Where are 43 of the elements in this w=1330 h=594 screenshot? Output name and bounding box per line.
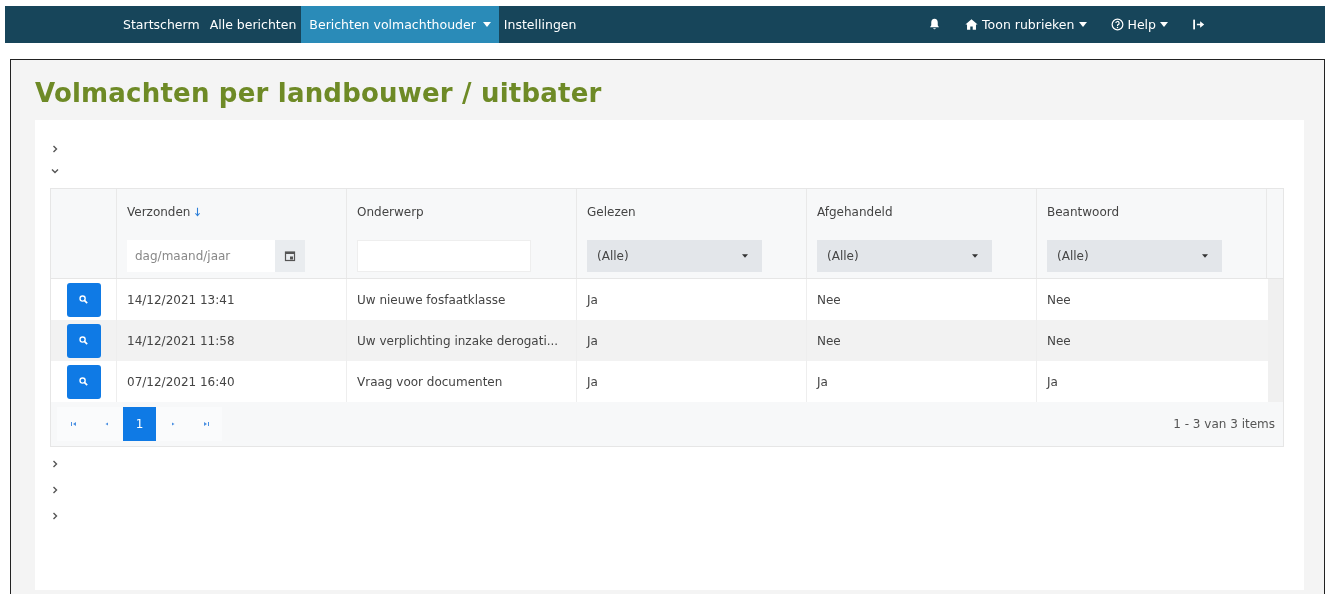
home-icon [965,18,979,31]
column-header[interactable]: Onderwerp [357,204,424,219]
caret-icon [482,22,491,27]
pager-summary: 1 - 3 van 3 items [1173,417,1275,431]
column-header[interactable]: Beantwoord [1047,204,1120,219]
chevron-right-icon[interactable] [50,459,60,469]
chevron-right-icon[interactable] [50,144,60,154]
chevron-down-icon[interactable] [50,166,60,176]
caret-icon [1078,22,1087,27]
help-menu[interactable]: Help [1110,17,1168,32]
chevron-right-icon[interactable] [50,485,60,495]
first-page-icon [68,419,79,429]
calendar-button[interactable] [275,240,305,272]
filter-dropdown[interactable]: (Alle) [1047,240,1222,272]
nav-item[interactable]: Instellingen [498,6,582,43]
search-icon [78,376,89,387]
nav-item[interactable]: Startscherm [118,6,205,43]
column-header[interactable]: Verzonden [127,204,191,219]
column-header[interactable]: Gelezen [587,204,636,219]
view-button[interactable] [66,364,101,399]
nav-item[interactable]: Berichten volmachthouder [301,6,499,43]
sort-arrow-icon [194,206,202,217]
search-icon [78,335,89,346]
filter-dropdown[interactable]: (Alle) [587,240,762,272]
column-header[interactable]: Afgehandeld [817,204,893,219]
page-button[interactable]: 1 [123,407,156,441]
help-icon [1110,18,1124,31]
rubrieken-menu[interactable]: Toon rubrieken [965,17,1087,32]
logout-icon[interactable] [1192,18,1205,31]
scrollbar[interactable] [1268,279,1283,402]
nav-item[interactable]: Alle berichten [204,6,302,43]
view-button[interactable] [66,282,101,317]
chevron-right-icon[interactable] [50,511,60,521]
search-icon [78,294,89,305]
caret-icon [1160,22,1168,27]
calendar-icon [284,250,296,262]
caret-icon [972,254,978,258]
view-button[interactable] [66,323,101,358]
page-title: Volmachten per landbouwer / uitbater [35,78,603,108]
caret-icon [742,254,748,258]
caret-icon [1202,254,1208,258]
date-filter-field[interactable]: dag/maand/jaar [127,240,275,272]
filter-dropdown[interactable]: (Alle) [817,240,992,272]
